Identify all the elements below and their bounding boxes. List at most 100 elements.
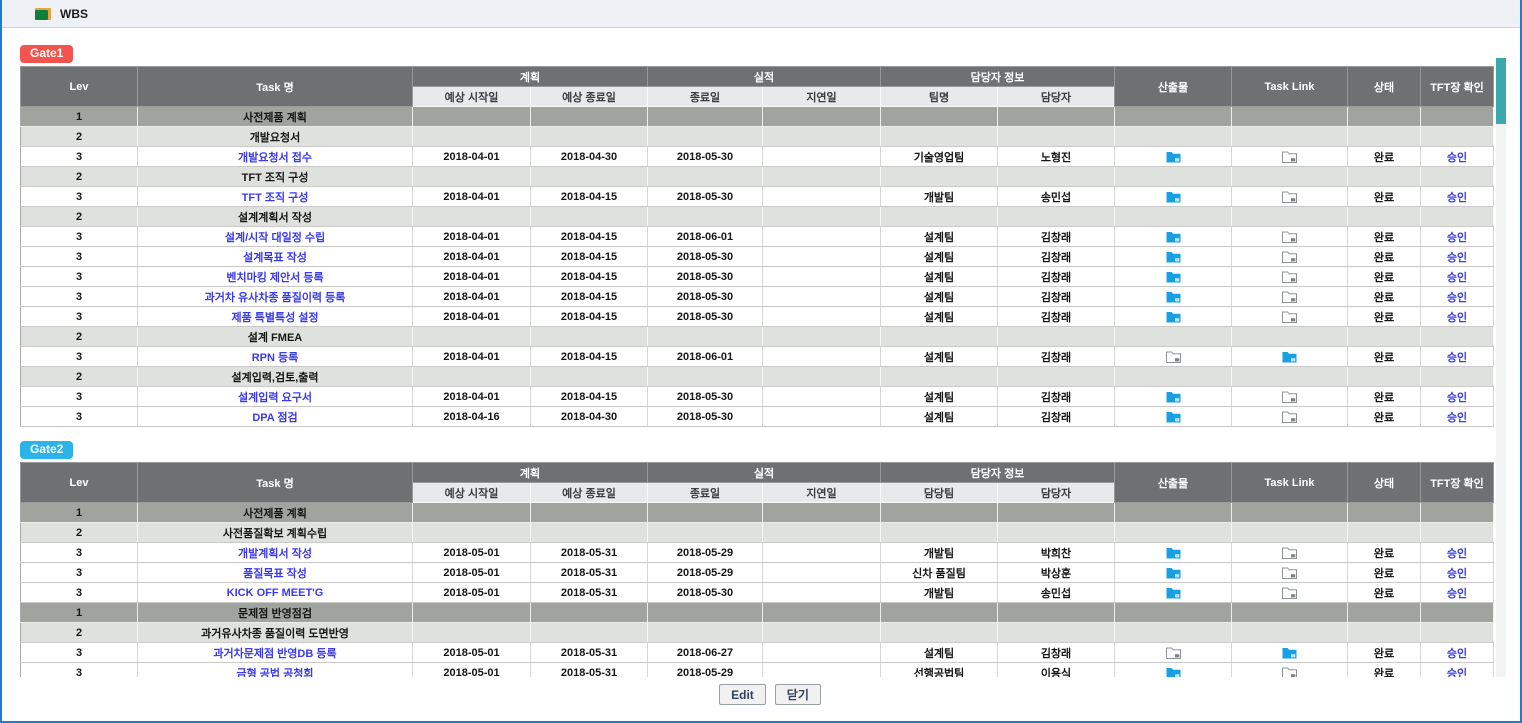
plan-start-cell [413, 367, 531, 387]
deliverable-blue-folder-icon[interactable] [1166, 311, 1181, 323]
col-header-deliverable: 산출물 [1115, 67, 1232, 107]
deliverable-cell [1115, 287, 1232, 307]
deliverable-blue-folder-icon[interactable] [1166, 411, 1181, 423]
task-name-link[interactable]: RPN 등록 [252, 352, 299, 364]
plan-start-cell [413, 127, 531, 147]
task-link-blue-folder-icon[interactable] [1282, 351, 1297, 363]
approve-link[interactable]: 승인 [1447, 272, 1467, 284]
task-name-link[interactable]: 설계목표 작성 [243, 252, 307, 264]
deliverable-gray-folder-icon[interactable] [1166, 647, 1181, 659]
status-cell: 완료 [1348, 287, 1421, 307]
approve-link[interactable]: 승인 [1447, 588, 1467, 600]
approve-link[interactable]: 승인 [1447, 648, 1467, 660]
task-name-link[interactable]: 개발요청서 접수 [238, 152, 312, 164]
task-name-link[interactable]: 벤치마킹 제안서 등록 [226, 272, 323, 284]
status-cell [1348, 523, 1421, 543]
task-name-link[interactable]: 과거차 유사차종 품질이력 등록 [205, 292, 346, 304]
approve-link[interactable]: 승인 [1447, 668, 1467, 678]
deliverable-gray-folder-icon[interactable] [1166, 351, 1181, 363]
deliverable-blue-folder-icon[interactable] [1166, 191, 1181, 203]
task-link-cell [1232, 207, 1348, 227]
approve-link[interactable]: 승인 [1447, 392, 1467, 404]
plan-start-cell [413, 207, 531, 227]
team-cell [881, 523, 998, 543]
actual-end-cell [648, 207, 763, 227]
task-name-link[interactable]: DPA 점검 [252, 412, 297, 424]
task-link-gray-folder-icon[interactable] [1282, 547, 1297, 559]
task-name-link[interactable]: 개발계획서 작성 [238, 548, 312, 560]
task-link-gray-folder-icon[interactable] [1282, 151, 1297, 163]
tft-confirm-cell: 승인 [1421, 387, 1494, 407]
deliverable-cell [1115, 207, 1232, 227]
task-link-cell [1232, 623, 1348, 643]
task-link-gray-folder-icon[interactable] [1282, 391, 1297, 403]
task-link-gray-folder-icon[interactable] [1282, 587, 1297, 599]
task-name-link[interactable]: 품질목표 작성 [243, 568, 307, 580]
task-link-gray-folder-icon[interactable] [1282, 291, 1297, 303]
task-name-link[interactable]: 과거차문제점 반영DB 등록 [213, 648, 336, 660]
tft-confirm-cell: 승인 [1421, 543, 1494, 563]
approve-link[interactable]: 승인 [1447, 252, 1467, 264]
task-link-gray-folder-icon[interactable] [1282, 667, 1297, 677]
task-link-gray-folder-icon[interactable] [1282, 191, 1297, 203]
delay-cell [763, 247, 881, 267]
task-row: 1문제점 반영점검 [21, 603, 1494, 623]
deliverable-blue-folder-icon[interactable] [1166, 271, 1181, 283]
deliverable-blue-folder-icon[interactable] [1166, 391, 1181, 403]
plan-end-cell [531, 623, 648, 643]
deliverable-cell [1115, 663, 1232, 678]
task-link-gray-folder-icon[interactable] [1282, 231, 1297, 243]
task-name-link[interactable]: KICK OFF MEET'G [227, 587, 324, 599]
approve-link[interactable]: 승인 [1447, 568, 1467, 580]
approve-link[interactable]: 승인 [1447, 232, 1467, 244]
task-link-blue-folder-icon[interactable] [1282, 647, 1297, 659]
task-link-gray-folder-icon[interactable] [1282, 567, 1297, 579]
task-name-cell: 사전제품 계획 [138, 107, 413, 127]
task-name-link[interactable]: 설계입력 요구서 [238, 392, 312, 404]
deliverable-blue-folder-icon[interactable] [1166, 547, 1181, 559]
approve-link[interactable]: 승인 [1447, 352, 1467, 364]
approve-link[interactable]: 승인 [1447, 548, 1467, 560]
task-name-link[interactable]: 금형 공법 공청회 [237, 668, 314, 678]
scrollbar-thumb[interactable] [1496, 58, 1506, 124]
approve-link[interactable]: 승인 [1447, 412, 1467, 424]
team-cell: 개발팀 [881, 187, 998, 207]
task-name-cell: 과거유사차종 품질이력 도면반영 [138, 623, 413, 643]
approve-link[interactable]: 승인 [1447, 192, 1467, 204]
status-cell: 완료 [1348, 583, 1421, 603]
task-link-gray-folder-icon[interactable] [1282, 411, 1297, 423]
approve-link[interactable]: 승인 [1447, 292, 1467, 304]
status-cell [1348, 503, 1421, 523]
delay-cell [763, 583, 881, 603]
task-row: 3DPA 점검2018-04-162018-04-302018-05-30설계팀… [21, 407, 1494, 427]
task-link-gray-folder-icon[interactable] [1282, 251, 1297, 263]
approve-link[interactable]: 승인 [1447, 152, 1467, 164]
deliverable-blue-folder-icon[interactable] [1166, 567, 1181, 579]
deliverable-blue-folder-icon[interactable] [1166, 251, 1181, 263]
col-header-deliverable: 산출물 [1115, 463, 1232, 503]
task-row: 2사전품질확보 계획수립 [21, 523, 1494, 543]
owner-cell: 김창래 [998, 307, 1115, 327]
approve-link[interactable]: 승인 [1447, 312, 1467, 324]
tft-confirm-cell: 승인 [1421, 247, 1494, 267]
edit-button[interactable]: Edit [719, 684, 766, 705]
task-name-cell: 과거차문제점 반영DB 등록 [138, 643, 413, 663]
deliverable-blue-folder-icon[interactable] [1166, 667, 1181, 677]
task-link-gray-folder-icon[interactable] [1282, 271, 1297, 283]
deliverable-blue-folder-icon[interactable] [1166, 291, 1181, 303]
gates-container: Gate1LevTask 명계획실적담당자 정보산출물Task Link상태TF… [20, 44, 1498, 677]
wbs-table-gate1: LevTask 명계획실적담당자 정보산출물Task Link상태TFT장 확인… [20, 66, 1494, 427]
deliverable-blue-folder-icon[interactable] [1166, 231, 1181, 243]
deliverable-blue-folder-icon[interactable] [1166, 587, 1181, 599]
close-button[interactable]: 닫기 [775, 684, 821, 705]
task-name-link[interactable]: TFT 조직 구성 [242, 192, 309, 204]
task-name-link[interactable]: 제품 특별특성 설정 [231, 312, 318, 324]
task-name-cell: 품질목표 작성 [138, 563, 413, 583]
task-link-gray-folder-icon[interactable] [1282, 311, 1297, 323]
deliverable-cell [1115, 147, 1232, 167]
lev-cell: 1 [21, 603, 138, 623]
deliverable-blue-folder-icon[interactable] [1166, 151, 1181, 163]
task-name-link[interactable]: 설계/시작 대일정 수립 [225, 232, 325, 244]
plan-start-cell: 2018-04-01 [413, 247, 531, 267]
vertical-scrollbar[interactable] [1496, 58, 1506, 677]
